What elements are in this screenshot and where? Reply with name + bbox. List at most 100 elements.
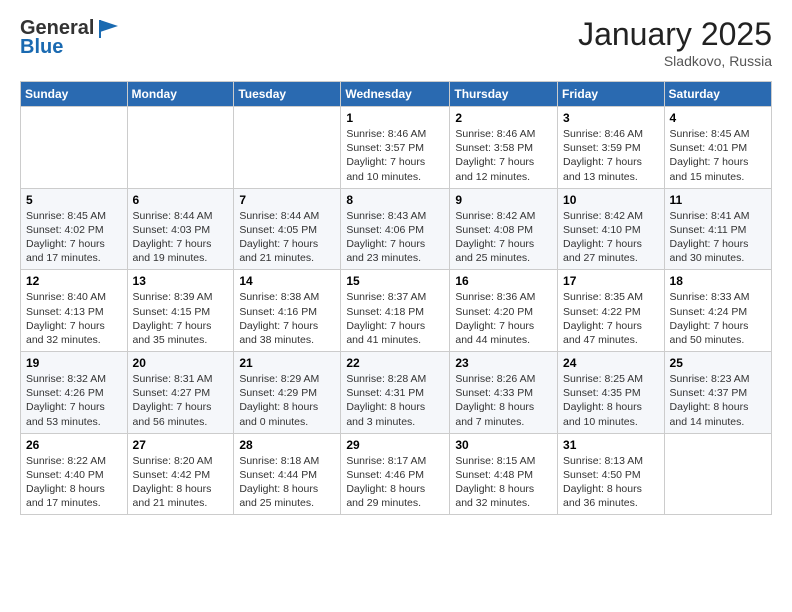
cell-info: Sunrise: 8:13 AMSunset: 4:50 PMDaylight:… xyxy=(563,454,659,511)
calendar-cell: 24 Sunrise: 8:25 AMSunset: 4:35 PMDayligh… xyxy=(558,352,665,434)
calendar: SundayMondayTuesdayWednesdayThursdayFrid… xyxy=(20,81,772,515)
cell-info: Sunrise: 8:38 AMSunset: 4:16 PMDaylight:… xyxy=(239,290,335,347)
cell-info: Sunrise: 8:17 AMSunset: 4:46 PMDaylight:… xyxy=(346,454,444,511)
cell-info: Sunrise: 8:20 AMSunset: 4:42 PMDaylight:… xyxy=(133,454,229,511)
day-number: 1 xyxy=(346,111,444,125)
calendar-cell: 22 Sunrise: 8:28 AMSunset: 4:31 PMDayligh… xyxy=(341,352,450,434)
cell-info: Sunrise: 8:25 AMSunset: 4:35 PMDaylight:… xyxy=(563,372,659,429)
day-number: 14 xyxy=(239,274,335,288)
calendar-week-1: 1 Sunrise: 8:46 AMSunset: 3:57 PMDaylight… xyxy=(21,107,772,189)
calendar-cell xyxy=(234,107,341,189)
calendar-week-5: 26Sunrise: 8:22 AMSunset: 4:40 PMDayligh… xyxy=(21,433,772,515)
weekday-header-sunday: Sunday xyxy=(21,82,128,107)
header: General Blue January 2025 Sladkovo, Russ… xyxy=(20,16,772,69)
calendar-cell: 19 Sunrise: 8:32 AMSunset: 4:26 PMDayligh… xyxy=(21,352,128,434)
day-number: 9 xyxy=(455,193,552,207)
calendar-cell: 11 Sunrise: 8:41 AMSunset: 4:11 PMDayligh… xyxy=(664,188,771,270)
day-number: 6 xyxy=(133,193,229,207)
calendar-cell: 1 Sunrise: 8:46 AMSunset: 3:57 PMDaylight… xyxy=(341,107,450,189)
calendar-cell: 9 Sunrise: 8:42 AMSunset: 4:08 PMDaylight… xyxy=(450,188,558,270)
day-number: 19 xyxy=(26,356,122,370)
day-number: 7 xyxy=(239,193,335,207)
day-number: 21 xyxy=(239,356,335,370)
day-number: 31 xyxy=(563,438,659,452)
cell-info: Sunrise: 8:46 AMSunset: 3:57 PMDaylight:… xyxy=(346,127,444,184)
calendar-cell: 6 Sunrise: 8:44 AMSunset: 4:03 PMDaylight… xyxy=(127,188,234,270)
day-number: 5 xyxy=(26,193,122,207)
cell-info: Sunrise: 8:18 AMSunset: 4:44 PMDaylight:… xyxy=(239,454,335,511)
day-number: 30 xyxy=(455,438,552,452)
calendar-cell: 21 Sunrise: 8:29 AMSunset: 4:29 PMDayligh… xyxy=(234,352,341,434)
weekday-header-row: SundayMondayTuesdayWednesdayThursdayFrid… xyxy=(21,82,772,107)
day-number: 3 xyxy=(563,111,659,125)
day-number: 26 xyxy=(26,438,122,452)
cell-info: Sunrise: 8:39 AMSunset: 4:15 PMDaylight:… xyxy=(133,290,229,347)
cell-info: Sunrise: 8:36 AMSunset: 4:20 PMDaylight:… xyxy=(455,290,552,347)
cell-info: Sunrise: 8:40 AMSunset: 4:13 PMDaylight:… xyxy=(26,290,122,347)
cell-info: Sunrise: 8:28 AMSunset: 4:31 PMDaylight:… xyxy=(346,372,444,429)
cell-info: Sunrise: 8:42 AMSunset: 4:10 PMDaylight:… xyxy=(563,209,659,266)
calendar-cell: 12 Sunrise: 8:40 AMSunset: 4:13 PMDayligh… xyxy=(21,270,128,352)
weekday-header-tuesday: Tuesday xyxy=(234,82,341,107)
day-number: 2 xyxy=(455,111,552,125)
day-number: 13 xyxy=(133,274,229,288)
logo-icon xyxy=(96,18,122,40)
calendar-cell: 26Sunrise: 8:22 AMSunset: 4:40 PMDayligh… xyxy=(21,433,128,515)
day-number: 22 xyxy=(346,356,444,370)
weekday-header-friday: Friday xyxy=(558,82,665,107)
title-block: January 2025 Sladkovo, Russia xyxy=(578,16,772,69)
day-number: 17 xyxy=(563,274,659,288)
cell-info: Sunrise: 8:33 AMSunset: 4:24 PMDaylight:… xyxy=(670,290,766,347)
day-number: 15 xyxy=(346,274,444,288)
cell-info: Sunrise: 8:44 AMSunset: 4:03 PMDaylight:… xyxy=(133,209,229,266)
cell-info: Sunrise: 8:46 AMSunset: 3:59 PMDaylight:… xyxy=(563,127,659,184)
day-number: 8 xyxy=(346,193,444,207)
page: General Blue January 2025 Sladkovo, Russ… xyxy=(0,0,792,531)
calendar-cell: 25Sunrise: 8:23 AMSunset: 4:37 PMDayligh… xyxy=(664,352,771,434)
cell-info: Sunrise: 8:29 AMSunset: 4:29 PMDaylight:… xyxy=(239,372,335,429)
calendar-cell: 5 Sunrise: 8:45 AMSunset: 4:02 PMDaylight… xyxy=(21,188,128,270)
cell-info: Sunrise: 8:45 AMSunset: 4:02 PMDaylight:… xyxy=(26,209,122,266)
month-title: January 2025 xyxy=(578,16,772,53)
calendar-cell: 16Sunrise: 8:36 AMSunset: 4:20 PMDayligh… xyxy=(450,270,558,352)
cell-info: Sunrise: 8:31 AMSunset: 4:27 PMDaylight:… xyxy=(133,372,229,429)
location: Sladkovo, Russia xyxy=(578,53,772,69)
cell-info: Sunrise: 8:26 AMSunset: 4:33 PMDaylight:… xyxy=(455,372,552,429)
cell-info: Sunrise: 8:32 AMSunset: 4:26 PMDaylight:… xyxy=(26,372,122,429)
day-number: 24 xyxy=(563,356,659,370)
calendar-cell: 3 Sunrise: 8:46 AMSunset: 3:59 PMDaylight… xyxy=(558,107,665,189)
calendar-cell: 31 Sunrise: 8:13 AMSunset: 4:50 PMDayligh… xyxy=(558,433,665,515)
calendar-cell: 15 Sunrise: 8:37 AMSunset: 4:18 PMDayligh… xyxy=(341,270,450,352)
calendar-cell: 8 Sunrise: 8:43 AMSunset: 4:06 PMDaylight… xyxy=(341,188,450,270)
calendar-cell: 28 Sunrise: 8:18 AMSunset: 4:44 PMDayligh… xyxy=(234,433,341,515)
day-number: 28 xyxy=(239,438,335,452)
day-number: 4 xyxy=(670,111,766,125)
calendar-cell: 23 Sunrise: 8:26 AMSunset: 4:33 PMDayligh… xyxy=(450,352,558,434)
calendar-week-2: 5 Sunrise: 8:45 AMSunset: 4:02 PMDaylight… xyxy=(21,188,772,270)
day-number: 25 xyxy=(670,356,766,370)
calendar-cell: 4 Sunrise: 8:45 AMSunset: 4:01 PMDaylight… xyxy=(664,107,771,189)
weekday-header-saturday: Saturday xyxy=(664,82,771,107)
weekday-header-monday: Monday xyxy=(127,82,234,107)
calendar-cell: 10Sunrise: 8:42 AMSunset: 4:10 PMDayligh… xyxy=(558,188,665,270)
weekday-header-thursday: Thursday xyxy=(450,82,558,107)
day-number: 12 xyxy=(26,274,122,288)
calendar-cell: 2 Sunrise: 8:46 AMSunset: 3:58 PMDaylight… xyxy=(450,107,558,189)
cell-info: Sunrise: 8:45 AMSunset: 4:01 PMDaylight:… xyxy=(670,127,766,184)
cell-info: Sunrise: 8:41 AMSunset: 4:11 PMDaylight:… xyxy=(670,209,766,266)
calendar-week-3: 12 Sunrise: 8:40 AMSunset: 4:13 PMDayligh… xyxy=(21,270,772,352)
calendar-week-4: 19 Sunrise: 8:32 AMSunset: 4:26 PMDayligh… xyxy=(21,352,772,434)
day-number: 23 xyxy=(455,356,552,370)
day-number: 11 xyxy=(670,193,766,207)
cell-info: Sunrise: 8:42 AMSunset: 4:08 PMDaylight:… xyxy=(455,209,552,266)
logo-blue: Blue xyxy=(20,36,63,59)
calendar-cell: 30Sunrise: 8:15 AMSunset: 4:48 PMDayligh… xyxy=(450,433,558,515)
calendar-cell: 29Sunrise: 8:17 AMSunset: 4:46 PMDayligh… xyxy=(341,433,450,515)
calendar-cell: 14 Sunrise: 8:38 AMSunset: 4:16 PMDayligh… xyxy=(234,270,341,352)
cell-info: Sunrise: 8:44 AMSunset: 4:05 PMDaylight:… xyxy=(239,209,335,266)
cell-info: Sunrise: 8:35 AMSunset: 4:22 PMDaylight:… xyxy=(563,290,659,347)
cell-info: Sunrise: 8:37 AMSunset: 4:18 PMDaylight:… xyxy=(346,290,444,347)
calendar-cell xyxy=(664,433,771,515)
cell-info: Sunrise: 8:46 AMSunset: 3:58 PMDaylight:… xyxy=(455,127,552,184)
cell-info: Sunrise: 8:43 AMSunset: 4:06 PMDaylight:… xyxy=(346,209,444,266)
